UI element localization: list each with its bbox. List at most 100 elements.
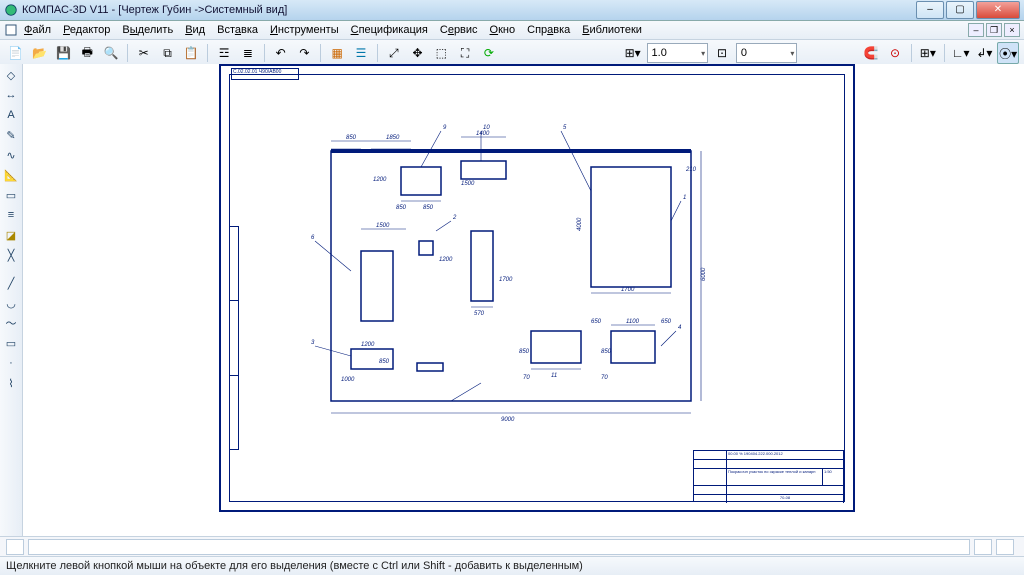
- svg-text:2: 2: [452, 215, 457, 221]
- svg-text:1000: 1000: [341, 377, 355, 383]
- redo-button[interactable]: ↷: [294, 42, 316, 64]
- prop-icon2[interactable]: [974, 539, 992, 555]
- zoom-window-button[interactable]: ⬚: [430, 42, 452, 64]
- refresh-button[interactable]: ⟳: [478, 42, 500, 64]
- aux-tool[interactable]: ⌇: [2, 374, 20, 392]
- svg-text:1700: 1700: [499, 277, 513, 283]
- title-bar: КОМПАС-3D V11 - [Чертеж Губин ->Системны…: [0, 0, 1024, 21]
- point-tool[interactable]: ·: [2, 354, 20, 372]
- status-bar: Щелкните левой кнопкой мыши на объекте д…: [0, 556, 1024, 575]
- round-button[interactable]: ⦿▾: [997, 42, 1019, 64]
- pan-button[interactable]: ✥: [407, 42, 429, 64]
- menu-service[interactable]: Сервис: [440, 24, 478, 36]
- title-block: 00.00 % 190404.222.000.2012 Покрасочн уч…: [693, 450, 845, 502]
- svg-text:650: 650: [661, 319, 672, 325]
- left-tool-panel: ◇ ↔ A ✎ ∿ 📐 ▭ ≡ ◪ ╳ ╱ ◡ ～ ▭ · ⌇: [0, 64, 23, 537]
- svg-text:1200: 1200: [361, 342, 375, 348]
- spline-tool[interactable]: ～: [2, 314, 20, 332]
- svg-text:850: 850: [346, 135, 357, 141]
- menu-bar: ФФайлайл Редактор Выделить Вид Вставка И…: [0, 21, 1024, 40]
- separator: [320, 44, 321, 62]
- minimize-button[interactable]: –: [916, 1, 944, 19]
- spec-tool[interactable]: ≡: [2, 206, 20, 224]
- menu-view[interactable]: Вид: [185, 24, 205, 36]
- menu-libs[interactable]: Библиотеки: [582, 24, 642, 36]
- svg-text:10: 10: [483, 125, 490, 131]
- mdi-controls: – ❐ ×: [968, 23, 1020, 37]
- text-tool[interactable]: A: [2, 106, 20, 124]
- layers-button[interactable]: ▦: [326, 42, 348, 64]
- property-bar: [0, 536, 1024, 557]
- copy-button[interactable]: ⧉: [157, 42, 179, 64]
- paste-button[interactable]: 📋: [180, 42, 202, 64]
- tree-button[interactable]: ☰: [350, 42, 372, 64]
- menu-edit[interactable]: Редактор: [63, 24, 110, 36]
- prop-field[interactable]: [28, 539, 970, 555]
- svg-text:4000: 4000: [577, 217, 583, 231]
- separator: [944, 44, 945, 62]
- separator: [127, 44, 128, 62]
- new-button[interactable]: 📄: [5, 42, 27, 64]
- window-title: КОМПАС-3D V11 - [Чертеж Губин ->Системны…: [22, 4, 916, 16]
- menu-window[interactable]: Окно: [490, 24, 516, 36]
- menu-help[interactable]: Справка: [527, 24, 570, 36]
- report-tool[interactable]: ◪: [2, 226, 20, 244]
- select-tool[interactable]: ▭: [2, 186, 20, 204]
- titleblock-name: Покрасочн участок по окраске теплой и ка…: [727, 469, 823, 485]
- prop-icon[interactable]: [6, 539, 24, 555]
- svg-text:9000: 9000: [501, 417, 515, 423]
- line-tool[interactable]: ╱: [2, 274, 20, 292]
- cut-button[interactable]: ✂: [133, 42, 155, 64]
- svg-text:1700: 1700: [621, 287, 635, 293]
- vars-button[interactable]: ≣: [237, 42, 259, 64]
- undo-button[interactable]: ↶: [270, 42, 292, 64]
- cut-tool[interactable]: ╳: [2, 246, 20, 264]
- measure-tool[interactable]: 📐: [2, 166, 20, 184]
- titleblock-sheet: 70-08: [727, 495, 844, 503]
- grid-dropdown[interactable]: ⊞▾: [622, 42, 644, 64]
- arc-tool[interactable]: ◡: [2, 294, 20, 312]
- menu-tools[interactable]: Инструменты: [270, 24, 339, 36]
- snap2-button[interactable]: ⊙: [884, 42, 906, 64]
- separator: [911, 44, 912, 62]
- props-button[interactable]: ☲: [213, 42, 235, 64]
- edit-tool[interactable]: ✎: [2, 126, 20, 144]
- ortho-button[interactable]: ∟▾: [950, 42, 972, 64]
- local-cs-button[interactable]: ↲▾: [973, 42, 995, 64]
- prop-icon3[interactable]: [996, 539, 1014, 555]
- menu-spec[interactable]: Спецификация: [351, 24, 428, 36]
- param-tool[interactable]: ∿: [2, 146, 20, 164]
- svg-text:4: 4: [678, 325, 682, 331]
- window-controls: – ▢ ✕: [916, 1, 1020, 19]
- mdi-close-button[interactable]: ×: [1004, 23, 1020, 37]
- menu-insert[interactable]: Вставка: [217, 24, 258, 36]
- snap-toggle-button[interactable]: 🧲: [860, 42, 882, 64]
- drawing-canvas[interactable]: С.02.02.01 Ч90/АВ00: [23, 64, 1024, 537]
- menu-select[interactable]: Выделить: [122, 24, 173, 36]
- svg-text:70: 70: [601, 375, 608, 381]
- svg-text:1100: 1100: [626, 319, 640, 325]
- step-btn[interactable]: ⊡: [711, 42, 733, 64]
- close-button[interactable]: ✕: [976, 1, 1020, 19]
- mdi-min-button[interactable]: –: [968, 23, 984, 37]
- scale-combo[interactable]: 1.0: [647, 43, 709, 63]
- main-toolbar: 📄 📂 💾 🖶 🔍 ✂ ⧉ 📋 ☲ ≣ ↶ ↷ ▦ ☰ ⤢ ✥ ⬚ ⛶ ⟳ ⊞▾…: [0, 40, 1024, 67]
- geom-tool[interactable]: ◇: [2, 66, 20, 84]
- svg-text:210: 210: [685, 167, 697, 173]
- menu-file[interactable]: ФФайлайл: [24, 24, 51, 36]
- svg-text:850: 850: [519, 349, 530, 355]
- svg-text:1200: 1200: [373, 177, 387, 183]
- print-button[interactable]: 🖶: [76, 42, 98, 64]
- step-combo[interactable]: 0: [736, 43, 798, 63]
- maximize-button[interactable]: ▢: [946, 1, 974, 19]
- zoom-fit-button[interactable]: ⤢: [383, 42, 405, 64]
- dim-tool[interactable]: ↔: [2, 86, 20, 104]
- mdi-restore-button[interactable]: ❐: [986, 23, 1002, 37]
- save-button[interactable]: 💾: [53, 42, 75, 64]
- svg-text:650: 650: [591, 319, 602, 325]
- grid-toggle-button[interactable]: ⊞▾: [917, 42, 939, 64]
- rect-tool[interactable]: ▭: [2, 334, 20, 352]
- zoom-scale-button[interactable]: ⛶: [454, 42, 476, 64]
- preview-button[interactable]: 🔍: [100, 42, 122, 64]
- open-button[interactable]: 📂: [29, 42, 51, 64]
